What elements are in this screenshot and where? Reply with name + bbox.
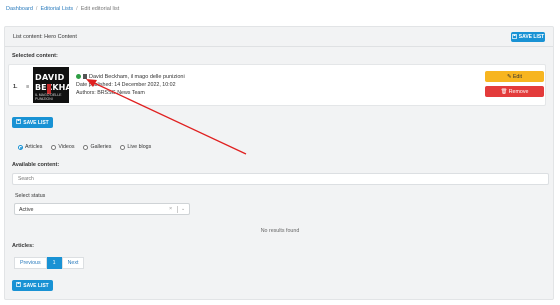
check-circle-icon	[76, 74, 81, 79]
thumbnail-text-line-1: DAVID	[35, 73, 65, 82]
radio-label: Videos	[58, 144, 75, 150]
save-list-button-top[interactable]: SAVE LIST	[511, 32, 545, 42]
content-type-radio-group: Articles Videos Galleries Live blogs	[18, 144, 151, 150]
save-list-button-bottom[interactable]: SAVE LIST	[12, 280, 53, 291]
remove-label: Remove	[508, 88, 529, 95]
remove-button[interactable]: 🗑 Remove	[485, 86, 544, 97]
selected-content-heading: Selected content:	[12, 53, 58, 59]
floppy-icon	[511, 33, 517, 41]
pagination-next[interactable]: Next	[61, 257, 85, 269]
save-list-label: SAVE LIST	[23, 282, 49, 289]
panel-header: List content: Hero Content SAVE LIST	[5, 27, 553, 47]
edit-button[interactable]: ✎ Edit	[485, 71, 544, 82]
radio-live-blogs[interactable]: Live blogs	[120, 144, 151, 150]
radio-label: Live blogs	[127, 144, 152, 150]
selected-item-number: 1.	[13, 84, 18, 90]
articles-heading: Articles:	[12, 243, 35, 249]
document-icon	[83, 74, 87, 79]
floppy-icon	[16, 282, 22, 289]
selected-item-title: David Beckham, il mago delle punizioni	[89, 74, 185, 80]
status-select[interactable]: Active × ⌄	[14, 203, 190, 215]
select-status-label: Select status	[15, 193, 46, 199]
chevron-down-icon[interactable]: ⌄	[181, 206, 185, 212]
breadcrumb: Dashboard / Editorial Lists / Edit edito…	[6, 6, 119, 12]
drag-handle-icon[interactable]: ≡	[26, 84, 29, 90]
pagination: Previous 1 Next	[14, 257, 85, 269]
thumbnail-text-line-3: IL MAGO DELLE PUNIZIONI	[35, 93, 62, 101]
breadcrumb-editorial-lists[interactable]: Editorial Lists	[40, 6, 73, 12]
radio-label: Articles	[25, 144, 43, 150]
save-list-label: SAVE LIST	[518, 34, 545, 40]
floppy-icon	[16, 119, 22, 126]
breadcrumb-current: Edit editorial list	[80, 6, 120, 12]
radio-articles[interactable]: Articles	[18, 144, 42, 150]
selected-item-authors: Authors: BRSSG News Team	[76, 90, 145, 96]
pagination-page-1[interactable]: 1	[46, 257, 62, 269]
radio-button[interactable]	[83, 144, 89, 150]
radio-button[interactable]	[51, 144, 57, 150]
radio-button[interactable]	[120, 144, 126, 150]
select-divider	[177, 206, 178, 213]
breadcrumb-separator: /	[35, 6, 38, 12]
status-select-value: Active	[19, 207, 34, 213]
no-results-message: No results found	[260, 228, 300, 234]
pencil-icon: ✎	[506, 73, 512, 80]
clear-icon[interactable]: ×	[169, 206, 172, 212]
breadcrumb-dashboard[interactable]: Dashboard	[6, 6, 33, 12]
radio-label: Galleries	[90, 144, 112, 150]
radio-galleries[interactable]: Galleries	[83, 144, 111, 150]
radio-videos[interactable]: Videos	[51, 144, 74, 150]
trash-icon: 🗑	[500, 88, 508, 95]
thumbnail-text-line-2: BECKHAM	[35, 83, 69, 92]
radio-button[interactable]	[18, 144, 23, 150]
save-list-label: SAVE LIST	[23, 119, 49, 126]
save-list-button-middle[interactable]: SAVE LIST	[12, 117, 53, 128]
breadcrumb-separator: /	[76, 6, 78, 12]
selected-item-date: Date published: 14 December 2022, 10:02	[76, 82, 176, 88]
available-content-heading: Available content:	[12, 162, 60, 168]
panel-title: List content: Hero Content	[13, 34, 77, 40]
edit-label: Edit	[512, 73, 523, 80]
article-thumbnail: DAVID BECKHAM IL MAGO DELLE PUNIZIONI	[33, 67, 69, 103]
search-input[interactable]	[12, 173, 549, 185]
pagination-previous[interactable]: Previous	[14, 257, 47, 269]
